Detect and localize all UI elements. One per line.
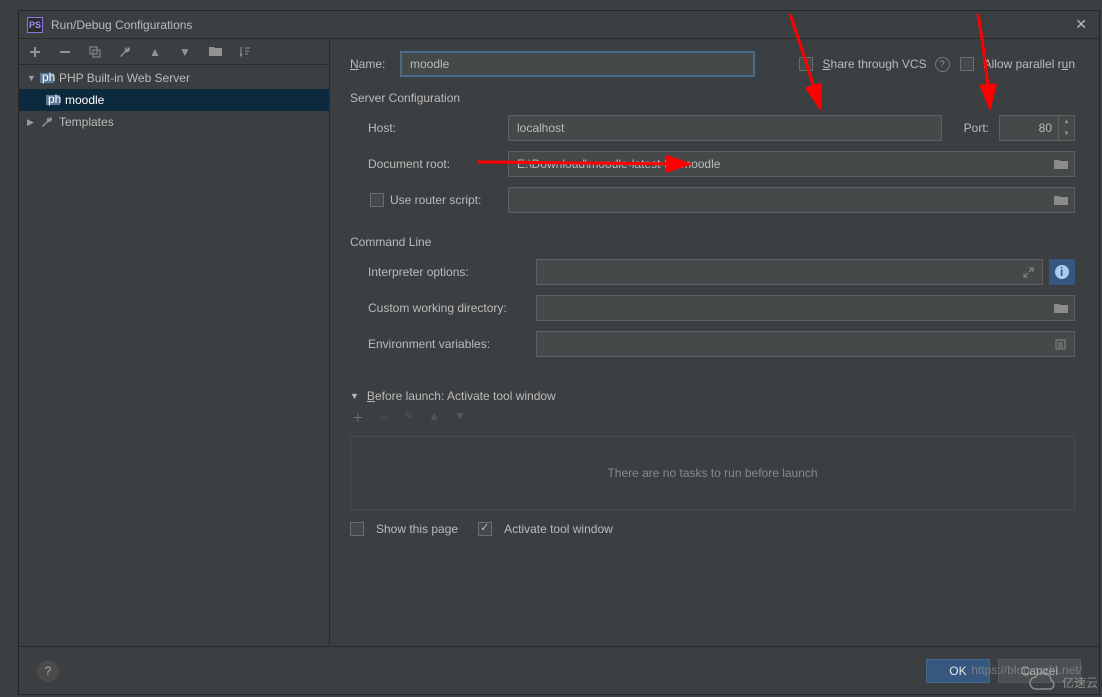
docroot-input[interactable]: [508, 151, 1047, 177]
collapse-icon: ▼: [350, 391, 359, 401]
cmdline-title: Command Line: [350, 235, 1075, 249]
parallel-option[interactable]: Allow parallel run: [960, 57, 1075, 71]
wrench-icon[interactable]: [117, 44, 133, 60]
tree-node-moodle[interactable]: php moodle: [19, 89, 329, 111]
router-input[interactable]: [508, 187, 1047, 213]
share-option[interactable]: Share through VCS ?: [799, 57, 960, 72]
expand-icon[interactable]: [1015, 259, 1043, 285]
dialog-window: PS Run/Debug Configurations ✕ ▲ ▼ ▼ php …: [18, 10, 1100, 695]
cloud-icon: [1028, 671, 1056, 693]
down-icon[interactable]: ▼: [177, 44, 193, 60]
router-checkbox[interactable]: [370, 193, 384, 207]
parallel-label: Allow parallel run: [984, 57, 1075, 71]
edit-icon: ✎: [404, 409, 414, 426]
tree-label: PHP Built-in Web Server: [59, 71, 190, 85]
tree-label: Templates: [59, 115, 114, 129]
remove-icon[interactable]: [57, 44, 73, 60]
svg-text:php: php: [42, 72, 55, 84]
window-title: Run/Debug Configurations: [51, 18, 192, 32]
host-input[interactable]: [508, 115, 942, 141]
port-spinner[interactable]: ▲▼: [1059, 115, 1075, 141]
before-launch-header[interactable]: ▼ Before launch: Activate tool window: [350, 389, 1075, 403]
interpopt-label: Interpreter options:: [368, 265, 536, 279]
main-panel: Name: Share through VCS ? Allow parallel…: [330, 39, 1099, 646]
list-icon[interactable]: [1047, 331, 1075, 357]
collapse-icon: ▼: [27, 73, 37, 83]
remove-icon: －: [378, 409, 390, 426]
docroot-label: Document root:: [368, 157, 508, 171]
expand-icon: ▶: [27, 117, 37, 128]
dialog-body: ▲ ▼ ▼ php PHP Built-in Web Server php mo…: [19, 39, 1099, 646]
svg-text:i: i: [1060, 265, 1063, 279]
tree-node-templates[interactable]: ▶ Templates: [19, 111, 329, 133]
activate-tool-label: Activate tool window: [504, 522, 613, 536]
copy-icon[interactable]: [87, 44, 103, 60]
browse-icon[interactable]: [1047, 187, 1075, 213]
checkbox-icon[interactable]: [799, 57, 813, 71]
share-label: Share through VCS: [823, 57, 927, 71]
add-icon[interactable]: ＋: [352, 409, 364, 426]
interpopt-input[interactable]: [536, 259, 1015, 285]
up-icon: ▲: [428, 409, 440, 426]
down-icon: ▼: [454, 409, 466, 426]
titlebar: PS Run/Debug Configurations ✕: [19, 11, 1099, 39]
empty-text: There are no tasks to run before launch: [607, 466, 817, 480]
php-file-icon: php: [39, 72, 55, 85]
port-label: Port:: [964, 121, 989, 135]
info-icon[interactable]: i: [1049, 259, 1075, 285]
show-page-checkbox[interactable]: [350, 522, 364, 536]
cwd-input[interactable]: [536, 295, 1047, 321]
env-input[interactable]: [536, 331, 1047, 357]
wrench-icon: [39, 116, 55, 129]
dialog-footer: ? OK Cancel: [19, 646, 1099, 694]
checkbox-icon[interactable]: [960, 57, 974, 71]
activate-tool-checkbox[interactable]: [478, 522, 492, 536]
name-label: Name:: [350, 57, 400, 71]
tree-node-php-server[interactable]: ▼ php PHP Built-in Web Server: [19, 67, 329, 89]
name-row: Name: Share through VCS ? Allow parallel…: [350, 51, 1075, 77]
router-label: Use router script:: [390, 193, 508, 207]
help-icon[interactable]: ?: [37, 660, 59, 682]
add-icon[interactable]: [27, 44, 43, 60]
browse-icon[interactable]: [1047, 151, 1075, 177]
svg-text:php: php: [48, 94, 61, 106]
sidebar-toolbar: ▲ ▼: [19, 39, 329, 65]
cwd-label: Custom working directory:: [368, 301, 536, 315]
before-launch-toolbar: ＋ － ✎ ▲ ▼: [350, 403, 1075, 432]
close-icon[interactable]: ✕: [1071, 12, 1091, 37]
app-icon: PS: [27, 17, 43, 33]
port-input[interactable]: [999, 115, 1059, 141]
name-input[interactable]: [400, 51, 755, 77]
help-icon[interactable]: ?: [935, 57, 950, 72]
browse-icon[interactable]: [1047, 295, 1075, 321]
sort-icon[interactable]: [237, 44, 253, 60]
tree-label: moodle: [65, 93, 104, 107]
up-icon[interactable]: ▲: [147, 44, 163, 60]
host-label: Host:: [368, 121, 508, 135]
before-launch-label: Before launch: Activate tool window: [367, 389, 556, 403]
watermark-text: 亿速云: [1062, 674, 1098, 691]
before-launch-list: There are no tasks to run before launch: [350, 436, 1075, 510]
env-label: Environment variables:: [368, 337, 536, 351]
folder-icon[interactable]: [207, 44, 223, 60]
config-tree: ▼ php PHP Built-in Web Server php moodle…: [19, 65, 329, 646]
server-config-title: Server Configuration: [350, 91, 1075, 105]
brand-watermark: 亿速云: [1028, 671, 1098, 693]
sidebar: ▲ ▼ ▼ php PHP Built-in Web Server php mo…: [19, 39, 330, 646]
show-page-label: Show this page: [376, 522, 458, 536]
php-file-icon: php: [45, 94, 61, 107]
